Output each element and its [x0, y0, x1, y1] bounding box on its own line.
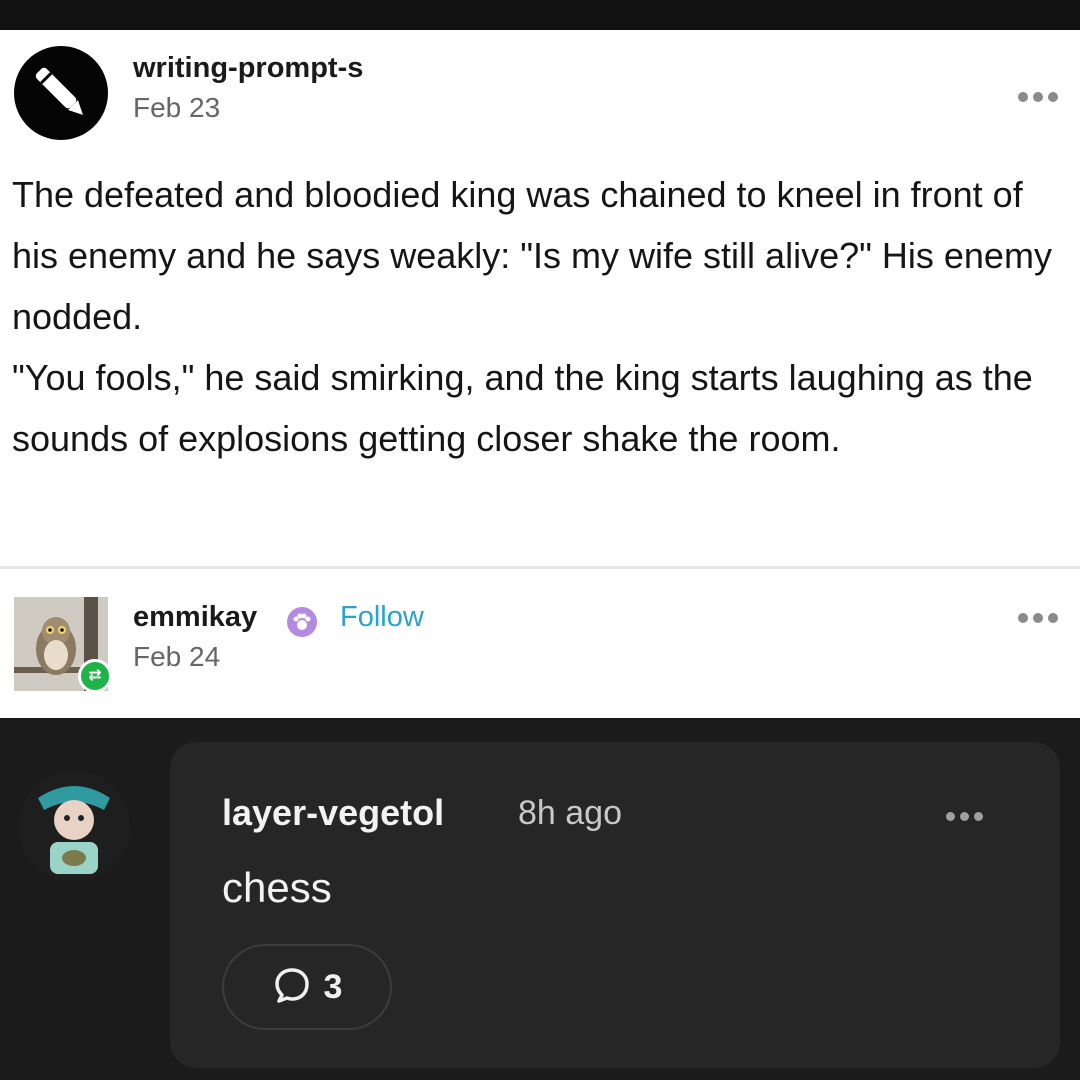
original-post: writing-prompt-s Feb 23 The defeated and…	[0, 30, 1080, 566]
reply-text: chess	[222, 864, 332, 911]
reblog-username[interactable]: emmikay	[133, 601, 257, 634]
post-more-options-icon[interactable]	[1018, 92, 1058, 102]
reply-timestamp: 8h ago	[518, 794, 622, 832]
follow-button[interactable]: Follow	[340, 601, 424, 634]
speech-bubble-icon	[272, 965, 312, 1010]
post-date: Feb 23	[133, 92, 221, 123]
reblog-icon: ⇄	[78, 659, 112, 693]
reply-avatar[interactable]	[18, 770, 130, 882]
reply-count-button[interactable]: 3	[222, 944, 392, 1030]
post-paragraph: "You fools," he said smirking, and the k…	[12, 357, 1033, 459]
reply-more-options-icon[interactable]	[946, 812, 983, 821]
post-body: The defeated and bloodied king was chain…	[12, 164, 1072, 469]
paw-badge-icon	[287, 607, 317, 637]
top-status-bar	[0, 0, 1080, 30]
reblog-header: ⇄ emmikay Follow Feb 24	[0, 569, 1080, 718]
reply-username[interactable]: layer-vegetol	[222, 792, 444, 834]
post-paragraph: The defeated and bloodied king was chain…	[12, 174, 1052, 337]
pen-icon[interactable]	[14, 46, 108, 140]
reblog-more-options-icon[interactable]	[1018, 613, 1058, 623]
reply-count: 3	[323, 967, 343, 1006]
post-username[interactable]: writing-prompt-s	[133, 52, 363, 85]
reblog-date: Feb 24	[133, 641, 221, 672]
